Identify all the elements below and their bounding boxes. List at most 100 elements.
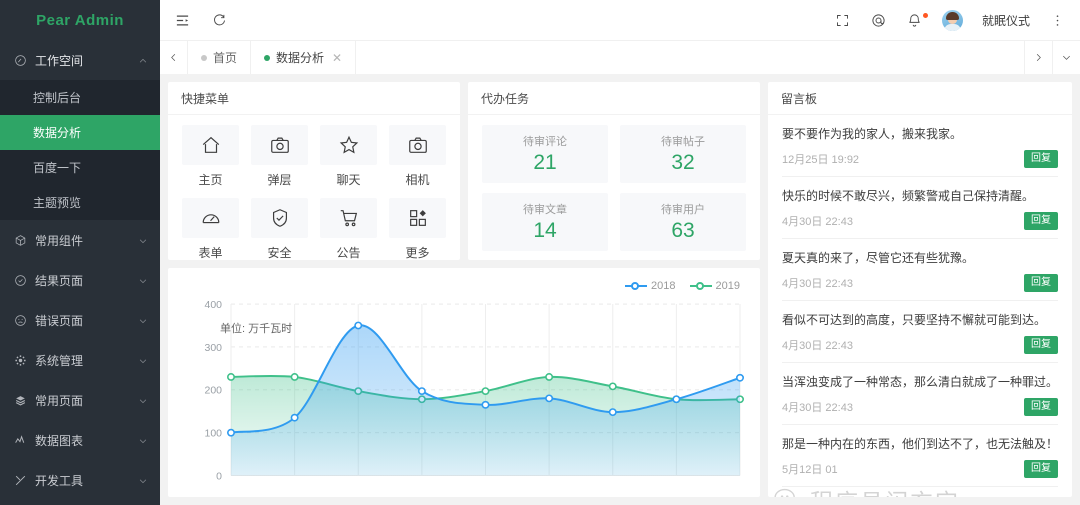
message-list: 要不要作为我的家人，搬来我家。 12月25日 19:92 回复 快乐的时候不敢尽… bbox=[768, 115, 1072, 497]
message-date: 12月25日 19:92 bbox=[782, 151, 859, 167]
reply-button[interactable]: 回复 bbox=[1024, 460, 1058, 478]
quick-item-camera[interactable]: 相机 bbox=[389, 125, 446, 188]
todo-item-label: 待审文章 bbox=[523, 201, 567, 217]
todo-item-comments[interactable]: 待审评论 21 bbox=[482, 125, 608, 183]
todo-item-value: 63 bbox=[671, 219, 694, 243]
notification-dot bbox=[923, 13, 928, 18]
check-shield-icon bbox=[12, 272, 28, 288]
tab-close-icon[interactable]: ✕ bbox=[332, 51, 342, 65]
sidebar-group-label: 数据图表 bbox=[35, 432, 138, 449]
quick-item-label: 聊天 bbox=[336, 171, 360, 188]
chevron-left-icon[interactable] bbox=[160, 41, 188, 74]
bell-icon[interactable] bbox=[906, 12, 923, 29]
more-vertical-icon[interactable] bbox=[1049, 12, 1066, 29]
chevron-right-icon[interactable] bbox=[1024, 41, 1052, 74]
sidebar-group-label: 常用组件 bbox=[35, 232, 138, 249]
sidebar-item-control-panel[interactable]: 控制后台 bbox=[0, 80, 160, 115]
tab-dropdown-icon[interactable] bbox=[1052, 41, 1080, 74]
message-footer: 4月30日 22:43 回复 bbox=[782, 212, 1058, 230]
quick-item-label: 公告 bbox=[336, 244, 360, 260]
reply-button[interactable]: 回复 bbox=[1024, 336, 1058, 354]
message-text: 那是一种内在的东西，他们到达不了，也无法触及！ bbox=[782, 435, 1058, 453]
message-footer: 5月12日 01 回复 bbox=[782, 460, 1058, 478]
tabbar-right-controls bbox=[1024, 41, 1080, 74]
reply-button[interactable]: 回复 bbox=[1024, 150, 1058, 168]
message-date: 4月30日 22:43 bbox=[782, 275, 853, 291]
dashboard-icon bbox=[12, 52, 28, 68]
todo-item-articles[interactable]: 待审文章 14 bbox=[482, 193, 608, 251]
message-board-title: 留言板 bbox=[768, 82, 1072, 115]
sad-face-icon bbox=[12, 312, 28, 328]
sidebar-group-charts[interactable]: 数据图表 bbox=[0, 420, 160, 460]
reply-button[interactable]: 回复 bbox=[1024, 274, 1058, 292]
chevron-down-icon bbox=[138, 435, 148, 445]
message-date: 4月30日 22:43 bbox=[782, 337, 853, 353]
sidebar-group-components[interactable]: 常用组件 bbox=[0, 220, 160, 260]
quick-menu-grid: 主页 弹层 bbox=[168, 115, 460, 260]
message-item: 快乐的时候不敢尽兴，频繁警戒自己保持清醒。 4月30日 22:43 回复 bbox=[782, 177, 1058, 239]
quick-item-form[interactable]: 表单 bbox=[182, 198, 239, 260]
sidebar-item-baidu[interactable]: 百度一下 bbox=[0, 150, 160, 185]
tab-label: 数据分析 bbox=[276, 49, 324, 66]
todo-item-users[interactable]: 待审用户 63 bbox=[620, 193, 746, 251]
sidebar-item-data-analysis[interactable]: 数据分析 bbox=[0, 115, 160, 150]
message-item: 看似不可达到的高度，只要坚持不懈就可能到达。 4月30日 22:43 回复 bbox=[782, 301, 1058, 363]
chevron-down-icon bbox=[138, 395, 148, 405]
message-item: 当浑浊变成了一种常态，那么清白就成了一种罪过。 4月30日 22:43 回复 bbox=[782, 363, 1058, 425]
message-item: 希望是一个好东西,也许是最好的,好东西是不会消亡的！ 6月11日 15:33 回… bbox=[782, 487, 1058, 497]
quick-item-announcement[interactable]: 公告 bbox=[320, 198, 377, 260]
tab-status-dot bbox=[264, 55, 270, 61]
sidebar-group-workspace[interactable]: 工作空间 bbox=[0, 40, 160, 80]
sidebar-group-common-pages[interactable]: 常用页面 bbox=[0, 380, 160, 420]
topbar-right-actions: 就眠仪式 bbox=[834, 10, 1066, 31]
star-icon bbox=[320, 125, 377, 165]
sidebar-group-error-pages[interactable]: 错误页面 bbox=[0, 300, 160, 340]
message-date: 4月30日 22:43 bbox=[782, 399, 853, 415]
quick-menu-title: 快捷菜单 bbox=[168, 82, 460, 115]
quick-item-security[interactable]: 安全 bbox=[251, 198, 308, 260]
sidebar-item-theme-preview[interactable]: 主题预览 bbox=[0, 185, 160, 220]
chevron-down-icon bbox=[138, 275, 148, 285]
message-text: 快乐的时候不敢尽兴，频繁警戒自己保持清醒。 bbox=[782, 187, 1058, 205]
todo-item-posts[interactable]: 待审帖子 32 bbox=[620, 125, 746, 183]
shield-check-icon bbox=[251, 198, 308, 238]
message-item: 要不要作为我的家人，搬来我家。 12月25日 19:92 回复 bbox=[782, 115, 1058, 177]
svg-text:200: 200 bbox=[204, 386, 222, 397]
todo-item-label: 待审评论 bbox=[523, 133, 567, 149]
quick-item-chat[interactable]: 聊天 bbox=[320, 125, 377, 188]
quick-item-home[interactable]: 主页 bbox=[182, 125, 239, 188]
todo-item-value: 21 bbox=[533, 151, 556, 175]
message-footer: 4月30日 22:43 回复 bbox=[782, 274, 1058, 292]
tab-data-analysis[interactable]: 数据分析 ✕ bbox=[251, 41, 356, 74]
sidebar-group-label: 系统管理 bbox=[35, 352, 138, 369]
reply-button[interactable]: 回复 bbox=[1024, 398, 1058, 416]
tab-label: 首页 bbox=[213, 49, 237, 66]
message-item: 那是一种内在的东西，他们到达不了，也无法触及！ 5月12日 01 回复 bbox=[782, 425, 1058, 487]
left-column: 快捷菜单 主页 bbox=[168, 82, 760, 497]
sidebar-group-label: 错误页面 bbox=[35, 312, 138, 329]
todo-body: 待审评论 21 待审帖子 32 待审文章 14 bbox=[468, 115, 760, 260]
tools-icon bbox=[12, 472, 28, 488]
cart-icon bbox=[320, 198, 377, 238]
quick-menu-card: 快捷菜单 主页 bbox=[168, 82, 460, 260]
sidebar-group-system[interactable]: 系统管理 bbox=[0, 340, 160, 380]
menu-fold-icon[interactable] bbox=[174, 12, 191, 29]
fullscreen-icon[interactable] bbox=[834, 12, 851, 29]
grid-icon bbox=[389, 198, 446, 238]
quick-item-more[interactable]: 更多 bbox=[389, 198, 446, 260]
avatar[interactable] bbox=[942, 10, 963, 31]
sidebar-group-dev-tools[interactable]: 开发工具 bbox=[0, 460, 160, 500]
globe-icon[interactable] bbox=[870, 12, 887, 29]
todo-item-value: 14 bbox=[533, 219, 556, 243]
home-icon bbox=[182, 125, 239, 165]
sidebar-group-result-pages[interactable]: 结果页面 bbox=[0, 260, 160, 300]
refresh-icon[interactable] bbox=[211, 12, 228, 29]
quick-item-label: 更多 bbox=[405, 244, 429, 260]
tab-home[interactable]: 首页 bbox=[188, 41, 251, 74]
topbar-left-actions bbox=[174, 12, 228, 29]
brand-logo: Pear Admin bbox=[0, 0, 160, 40]
quick-item-layer[interactable]: 弹层 bbox=[251, 125, 308, 188]
reply-button[interactable]: 回复 bbox=[1024, 212, 1058, 230]
sidebar-group-label: 结果页面 bbox=[35, 272, 138, 289]
username-label[interactable]: 就眠仪式 bbox=[982, 12, 1030, 29]
